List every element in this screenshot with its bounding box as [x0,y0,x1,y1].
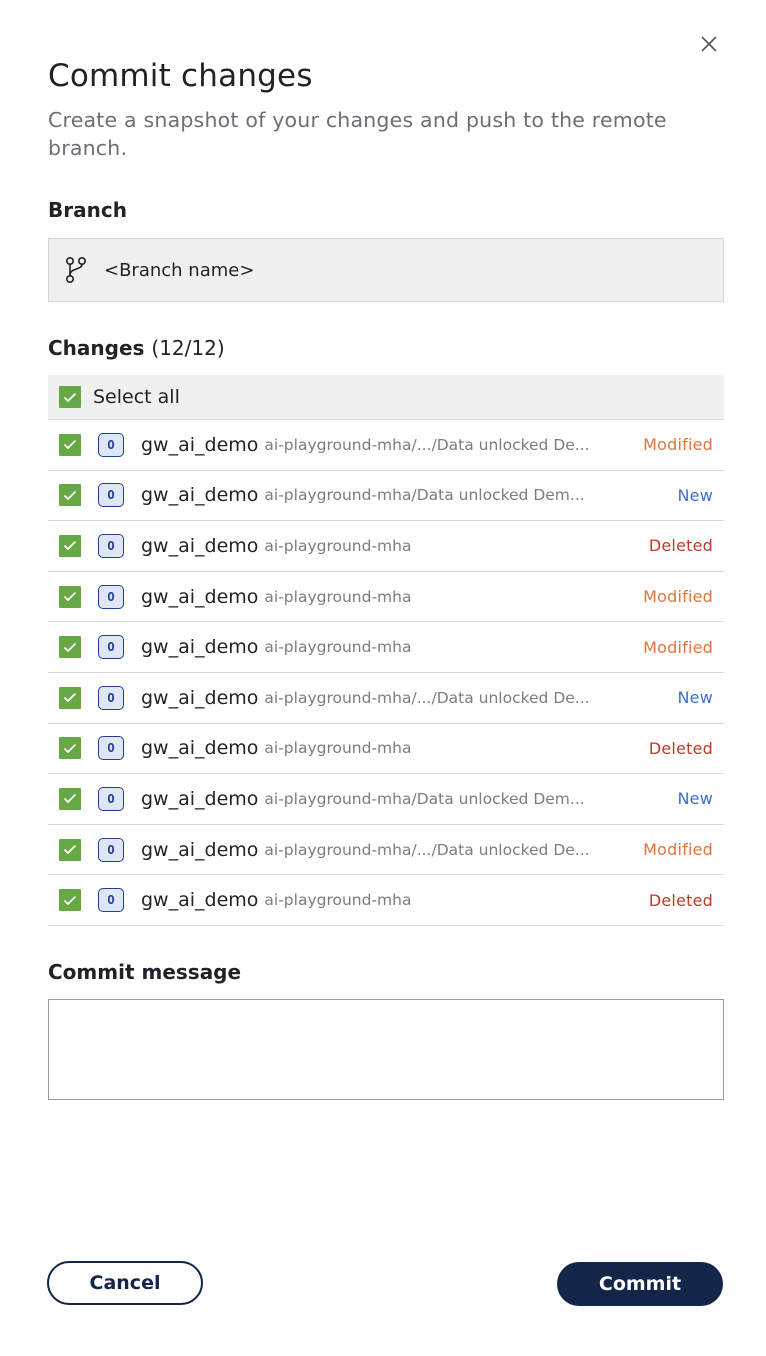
change-name: gw_ai_demo [141,433,259,456]
change-checkbox[interactable] [59,889,81,912]
change-path: ai-playground-mha/.../Data unlocked De..… [264,840,590,859]
change-status: Modified [643,637,713,657]
change-path: ai-playground-mha [264,587,412,606]
change-row[interactable]: Ogw_ai_demo ai-playground-mha/.../Data un… [48,673,724,724]
dialog-title: Commit changes [48,58,313,94]
change-row[interactable]: Ogw_ai_demo ai-playground-mha Deleted [48,724,724,775]
branch-label: Branch [48,198,127,222]
changes-count: (12/12) [151,336,225,360]
change-path: ai-playground-mha/.../Data unlocked De..… [264,688,590,707]
git-branch-icon [65,256,89,283]
commit-message-label: Commit message [48,960,242,984]
changes-heading: Changes (12/12) [48,336,225,360]
change-checkbox[interactable] [59,686,81,709]
change-path: ai-playground-mha/.../Data unlocked De..… [264,435,590,454]
select-all-checkbox[interactable] [59,386,81,408]
branch-name: <Branch name> [104,259,255,281]
change-status: Deleted [648,536,713,556]
commit-dialog: Commit changes Create a snapshot of your… [0,0,766,1356]
cancel-button[interactable]: Cancel [47,1261,203,1305]
change-name: gw_ai_demo [141,737,259,760]
change-name: gw_ai_demo [141,838,259,861]
change-checkbox[interactable] [59,737,81,760]
object-type-icon: O [98,736,124,761]
change-path: ai-playground-mha [264,638,412,657]
change-checkbox[interactable] [59,433,81,456]
change-name: gw_ai_demo [141,534,259,557]
object-type-icon: O [98,837,124,862]
change-name: gw_ai_demo [141,889,259,912]
change-name: gw_ai_demo [141,686,259,709]
commit-message-input[interactable] [48,999,724,1100]
change-checkbox[interactable] [59,838,81,861]
change-status: New [677,485,713,505]
select-all-label: Select all [93,386,180,408]
change-path: ai-playground-mha [264,536,412,555]
change-status: New [677,789,713,809]
change-checkbox[interactable] [59,534,81,557]
branch-field: <Branch name> [48,238,724,302]
change-row[interactable]: Ogw_ai_demo ai-playground-mha Deleted [48,875,724,926]
object-type-icon: O [98,483,124,508]
change-status: Deleted [648,738,713,758]
change-status: New [677,688,713,708]
object-type-icon: O [98,533,124,558]
dialog-subtitle: Create a snapshot of your changes and pu… [48,108,667,160]
change-row[interactable]: Ogw_ai_demo ai-playground-mha Deleted [48,521,724,572]
changes-label: Changes [48,336,145,360]
change-name: gw_ai_demo [141,585,259,608]
change-row[interactable]: Ogw_ai_demo ai-playground-mha/Data unlock… [48,471,724,522]
change-checkbox[interactable] [59,585,81,608]
change-name: gw_ai_demo [141,787,259,810]
change-row[interactable]: Ogw_ai_demo ai-playground-mha Modified [48,572,724,623]
change-row[interactable]: Ogw_ai_demo ai-playground-mha Modified [48,622,724,673]
object-type-icon: O [98,786,124,811]
object-type-icon: O [98,584,124,609]
change-path: ai-playground-mha/Data unlocked Dem... [264,789,585,808]
change-status: Modified [643,435,713,455]
select-all-row[interactable]: Select all [48,375,724,420]
change-path: ai-playground-mha [264,739,412,758]
close-button[interactable] [697,34,721,58]
change-checkbox[interactable] [59,787,81,810]
change-row[interactable]: Ogw_ai_demo ai-playground-mha/.../Data un… [48,420,724,471]
object-type-icon: O [98,888,124,913]
change-name: gw_ai_demo [141,484,259,507]
changes-list: Select all Ogw_ai_demo ai-playground-mha/… [48,375,724,926]
change-name: gw_ai_demo [141,636,259,659]
change-row[interactable]: Ogw_ai_demo ai-playground-mha/Data unlock… [48,774,724,825]
change-status: Modified [643,840,713,860]
change-checkbox[interactable] [59,484,81,507]
change-status: Modified [643,587,713,607]
object-type-icon: O [98,635,124,660]
change-status: Deleted [648,890,713,910]
change-path: ai-playground-mha/Data unlocked Dem... [264,486,585,505]
close-icon [701,36,717,56]
commit-button[interactable]: Commit [557,1262,723,1306]
object-type-icon: O [98,432,124,457]
change-row[interactable]: Ogw_ai_demo ai-playground-mha/.../Data un… [48,825,724,876]
change-path: ai-playground-mha [264,891,412,910]
change-checkbox[interactable] [59,636,81,659]
object-type-icon: O [98,685,124,710]
